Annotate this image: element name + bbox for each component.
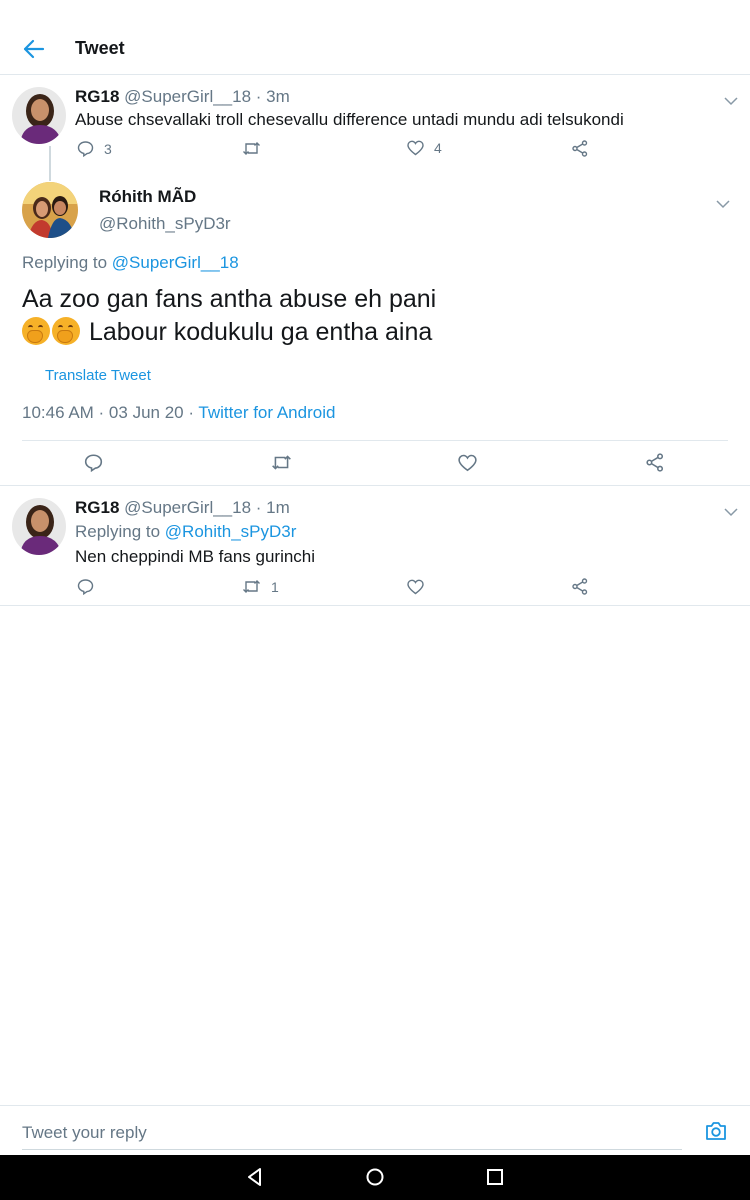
tweet-time: · 1m (255, 498, 290, 517)
avatar[interactable] (12, 87, 66, 144)
tweet-source[interactable]: Twitter for Android (198, 403, 335, 422)
reply-icon (77, 579, 94, 595)
camera-icon[interactable] (704, 1120, 728, 1142)
retweet-count: 1 (271, 578, 279, 595)
reply-input[interactable] (22, 1116, 682, 1150)
yawning-face-emoji-icon (52, 317, 80, 345)
share-icon (572, 578, 588, 595)
replying-to-label: Replying to (22, 253, 108, 272)
thread-line (49, 146, 51, 181)
tweet-timestamp: 10:46 AM · 03 Jun 20 · (22, 403, 194, 422)
tweet-author-line: RG18 @SuperGirl__18 · 3m (75, 87, 290, 107)
like-button[interactable]: 4 (407, 140, 442, 156)
tweet-text: Nen cheppindi MB fans gurinchi (75, 547, 316, 566)
system-navigation-bar (0, 1155, 750, 1200)
retweet-button[interactable] (271, 453, 292, 472)
tweet-text: Aa zoo gan fans antha abuse eh pani Labo… (22, 283, 722, 349)
reply-icon (84, 454, 103, 472)
heart-icon (407, 579, 424, 595)
replying-to-handle[interactable]: @Rohith_sPyD3r (165, 522, 297, 541)
yawning-face-emoji-icon (22, 317, 50, 345)
reply-count: 3 (104, 140, 112, 157)
tweet-text-line-1: Aa zoo gan fans antha abuse eh pani (22, 285, 437, 313)
page-title: Tweet (75, 38, 125, 58)
avatar[interactable] (12, 498, 66, 555)
retweet-icon (243, 580, 260, 593)
reply-button[interactable] (84, 453, 103, 472)
app-header: Tweet (0, 0, 750, 75)
like-button[interactable] (407, 579, 434, 595)
reply-composer (0, 1105, 750, 1155)
share-button[interactable] (646, 453, 664, 472)
chevron-down-icon[interactable] (724, 504, 738, 517)
nav-back-icon[interactable] (244, 1166, 266, 1188)
back-arrow-icon[interactable] (22, 38, 46, 60)
replying-to: Replying to @SuperGirl__18 (22, 253, 239, 273)
share-button[interactable] (572, 578, 588, 595)
retweet-button[interactable] (242, 140, 271, 157)
tweet-author-line: RG18 @SuperGirl__18 · 1m (75, 498, 290, 518)
avatar[interactable] (22, 182, 78, 238)
tweet-text-line-2-wrap: Labour kodukulu ga entha aina (22, 316, 722, 349)
author-name[interactable]: RG18 (75, 498, 119, 517)
share-icon (646, 453, 664, 472)
nav-recents-icon[interactable] (484, 1166, 506, 1188)
retweet-icon (272, 455, 291, 470)
replying-to-label: Replying to (75, 522, 161, 541)
tweet-time: · 3m (255, 87, 290, 106)
author-handle[interactable]: @SuperGirl__18 (124, 498, 251, 517)
translate-tweet-link[interactable]: Translate Tweet (45, 367, 151, 384)
heart-icon (458, 454, 477, 472)
tweet-meta: 10:46 AM · 03 Jun 20 · Twitter for Andro… (22, 403, 335, 423)
heart-icon (407, 140, 424, 156)
like-count: 4 (434, 140, 442, 156)
author-handle[interactable]: @SuperGirl__18 (124, 87, 251, 106)
author-name[interactable]: Róhith MÃD (99, 187, 196, 207)
share-button[interactable] (572, 140, 588, 157)
reply-button[interactable]: 3 (77, 140, 112, 157)
divider (0, 485, 750, 486)
share-icon (572, 140, 588, 157)
reply-button[interactable] (77, 578, 104, 595)
tweet-text-line-2: Labour kodukulu ga entha aina (88, 318, 433, 346)
replying-to: Replying to @Rohith_sPyD3r (75, 522, 296, 542)
divider (0, 605, 750, 606)
divider (22, 440, 728, 441)
chevron-down-icon[interactable] (716, 196, 730, 209)
replying-to-handle[interactable]: @SuperGirl__18 (112, 253, 239, 272)
retweet-button[interactable]: 1 (242, 578, 279, 595)
like-button[interactable] (458, 454, 477, 472)
reply-icon (77, 141, 94, 157)
author-name[interactable]: RG18 (75, 87, 119, 106)
chevron-down-icon[interactable] (724, 93, 738, 106)
nav-home-icon[interactable] (364, 1166, 386, 1188)
retweet-icon (243, 142, 260, 155)
tweet-text: Abuse chsevallaki troll chesevallu diffe… (75, 110, 624, 129)
author-handle[interactable]: @Rohith_sPyD3r (99, 214, 231, 234)
